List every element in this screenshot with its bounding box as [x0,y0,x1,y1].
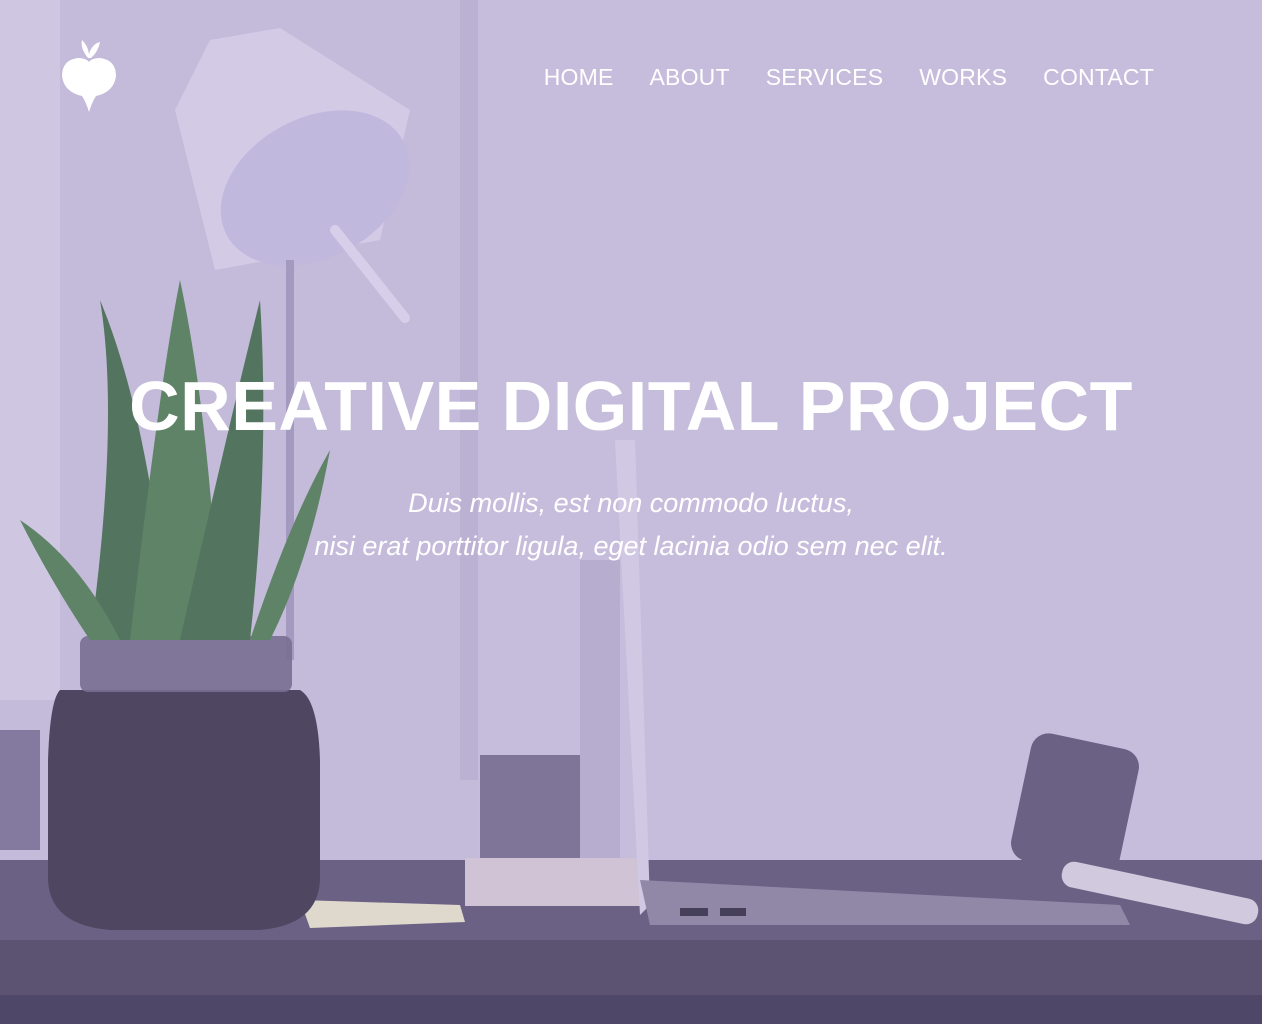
nav-home[interactable]: HOME [544,64,614,91]
hero-section: HOME ABOUT SERVICES WORKS CONTACT CREATI… [0,0,1262,1024]
hero-subtitle-line2: nisi erat porttitor ligula, eget lacinia… [314,531,948,561]
hero-title: CREATIVE DIGITAL PROJECT [129,367,1133,445]
main-nav: HOME ABOUT SERVICES WORKS CONTACT [544,64,1154,91]
nav-works[interactable]: WORKS [919,64,1007,91]
hero-subtitle: Duis mollis, est non commodo luctus, nis… [0,482,1262,568]
hero-subtitle-line1: Duis mollis, est non commodo luctus, [408,488,854,518]
nav-services[interactable]: SERVICES [766,64,884,91]
radish-icon[interactable] [58,38,120,114]
nav-contact[interactable]: CONTACT [1043,64,1154,91]
nav-about[interactable]: ABOUT [650,64,730,91]
